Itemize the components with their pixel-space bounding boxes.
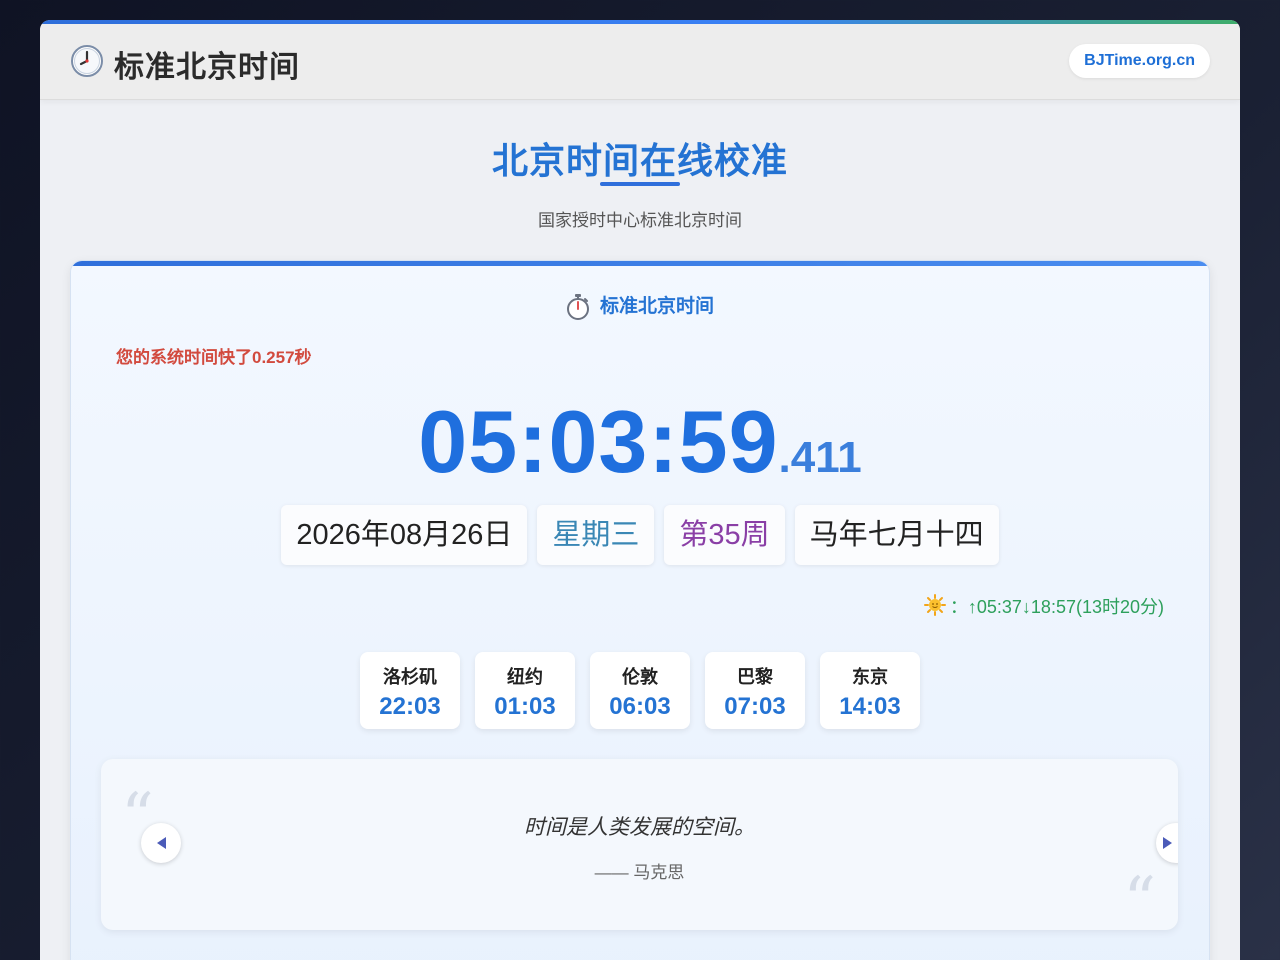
city-card-london: 伦敦 06:03 <box>590 652 690 729</box>
time-card: 标准北京时间 您的系统时间快了0.257秒 05:03:59.411 2026年… <box>70 260 1210 960</box>
city-name: 伦敦 <box>622 667 658 687</box>
city-time: 06:03 <box>609 693 671 720</box>
card-heading: 标准北京时间 <box>71 291 1209 320</box>
date-row: 2026年08月26日 星期三 第35周 马年七月十四 <box>71 505 1209 565</box>
domain-badge-link[interactable]: BJTime.org.cn <box>1069 44 1210 78</box>
city-time: 22:03 <box>379 693 441 720</box>
lunar-date-chip: 马年七月十四 <box>794 505 999 565</box>
date-chip: 2026年08月26日 <box>281 505 528 565</box>
caret-left-icon <box>157 837 166 849</box>
previous-quote-button[interactable] <box>141 823 181 863</box>
browser-window: 标准北京时间 BJTime.org.cn 北京时间在线校准 国家授时中心标准北京… <box>40 20 1240 960</box>
sunrise-sunset: ：↑05:37↓18:57(13时20分) <box>923 593 1164 619</box>
title-underline <box>600 182 680 186</box>
card-heading-text: 标准北京时间 <box>599 296 714 317</box>
time-hms: 05:03:59 <box>418 392 779 491</box>
city-name: 巴黎 <box>737 667 773 687</box>
city-card-los-angeles: 洛杉矶 22:03 <box>360 652 460 729</box>
caret-right-icon <box>1163 837 1172 849</box>
city-time: 01:03 <box>494 693 556 720</box>
quote-author: —— 马克思 <box>594 863 685 882</box>
weekday-chip: 星期三 <box>537 505 655 565</box>
stopwatch-icon <box>566 293 589 320</box>
sun-times: ：↑05:37↓18:57(13时20分) <box>949 597 1164 617</box>
city-name: 洛杉矶 <box>383 667 437 687</box>
page-title: 北京时间在线校准 <box>491 140 788 181</box>
quote-carousel: “ “ 时间是人类发展的空间。 —— 马克思 <box>101 759 1178 930</box>
city-card-new-york: 纽约 01:03 <box>475 652 575 729</box>
clock-icon <box>71 45 103 77</box>
week-number-chip: 第35周 <box>664 505 785 565</box>
current-time: 05:03:59.411 <box>71 391 1209 493</box>
city-time: 14:03 <box>839 693 901 720</box>
sun-icon <box>923 594 946 616</box>
quote-text: 时间是人类发展的空间。 <box>524 816 755 839</box>
city-time: 07:03 <box>724 693 786 720</box>
offset-message: 您的系统时间快了0.257秒 <box>116 348 312 367</box>
city-card-paris: 巴黎 07:03 <box>705 652 805 729</box>
world-clock-list: 洛杉矶 22:03 纽约 01:03 伦敦 06:03 巴黎 07:03 东京 … <box>71 652 1209 729</box>
city-name: 东京 <box>852 667 888 687</box>
city-name: 纽约 <box>507 667 543 687</box>
city-card-tokyo: 东京 14:03 <box>820 652 920 729</box>
time-ms: .411 <box>778 433 862 482</box>
site-title: 标准北京时间 <box>114 51 300 84</box>
top-bar: 标准北京时间 BJTime.org.cn <box>40 24 1240 100</box>
page-subtitle: 国家授时中心标准北京时间 <box>538 211 742 230</box>
